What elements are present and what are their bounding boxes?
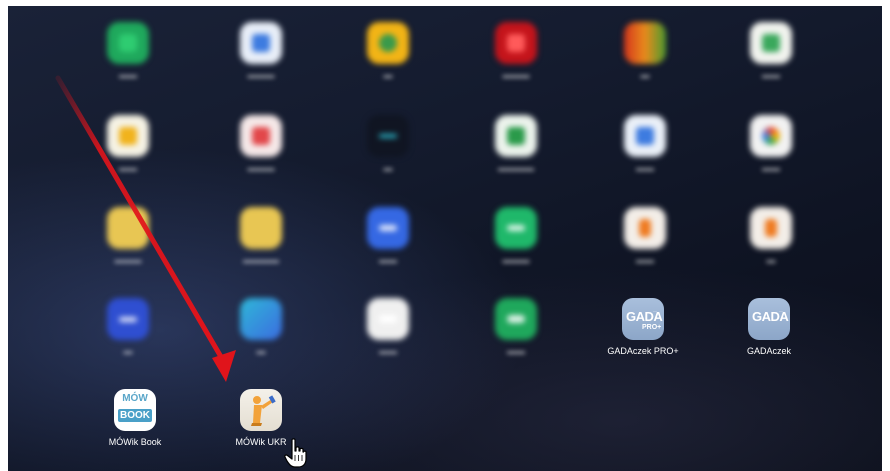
screenshot-frame-top (0, 0, 890, 6)
screenshot-frame-left (0, 0, 8, 471)
hand-pointer-icon (284, 438, 307, 468)
screenshot-frame-right (882, 0, 890, 471)
home-screen: ▬▬ ▬▬▬ ▬ ▬▬▬ ▬ ▬▬ ▬▬ ▬▬▬ ▬ ▬▬▬▬ ▬▬ ▬▬ ▬▬… (0, 0, 890, 471)
red-arrow-icon (55, 75, 236, 382)
